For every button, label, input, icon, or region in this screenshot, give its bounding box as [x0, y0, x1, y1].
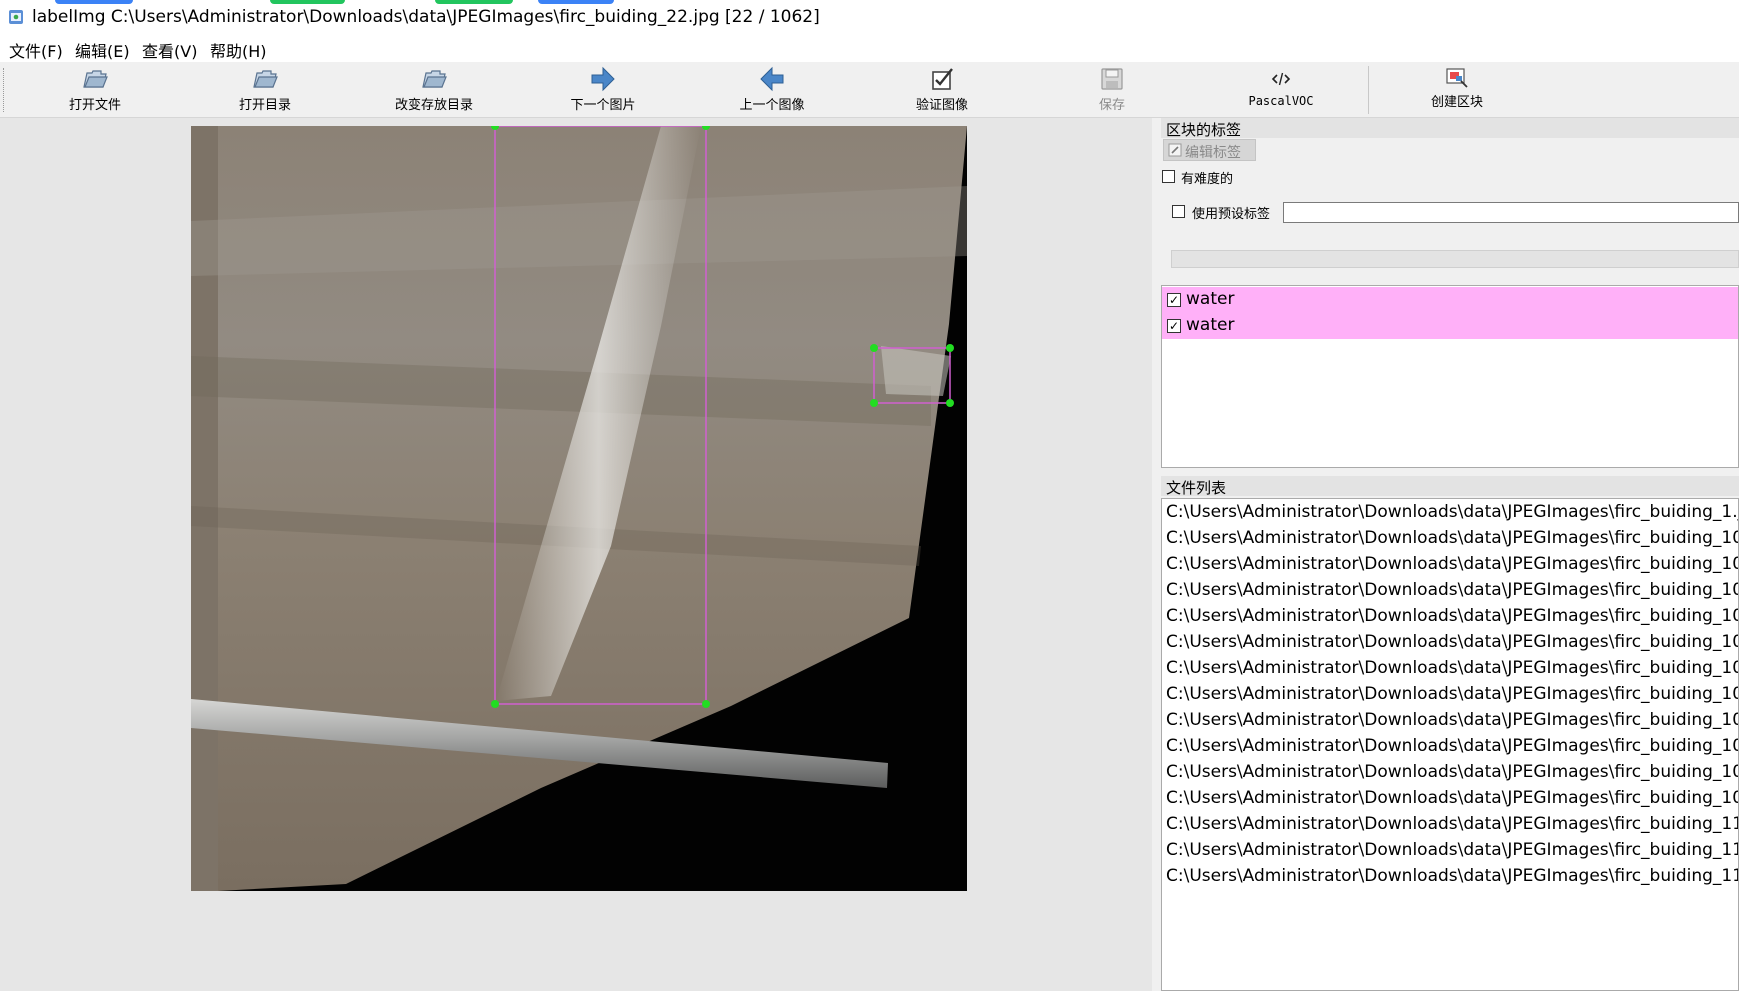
bbox-handle[interactable]: [946, 344, 954, 352]
open-dir-button[interactable]: 打开目录: [180, 62, 350, 117]
toolbar-separator: [1368, 66, 1369, 114]
folder-icon: [422, 70, 447, 88]
file-list-item[interactable]: C:\Users\Administrator\Downloads\data\JP…: [1166, 658, 1738, 678]
label-combo-box[interactable]: [1171, 250, 1739, 268]
annotated-image[interactable]: [191, 126, 967, 891]
label-visible-checkbox[interactable]: ✓: [1167, 293, 1181, 307]
edit-pen-icon: [1168, 143, 1182, 157]
menu-bar: 文件(F) 编辑(E) 查看(V) 帮助(H): [0, 34, 1739, 62]
box-labels-panel-title: 区块的标签: [1161, 118, 1739, 139]
taskbar-strip: [435, 0, 513, 4]
file-list-item[interactable]: C:\Users\Administrator\Downloads\data\JP…: [1166, 788, 1738, 808]
bbox-handle[interactable]: [946, 399, 954, 407]
menu-view[interactable]: 查看(V): [142, 38, 197, 62]
verify-image-button[interactable]: 验证图像: [857, 62, 1027, 117]
file-list-panel-title: 文件列表: [1161, 476, 1739, 497]
toolbar: 打开文件 打开目录 改变存放目录 下一个图片 上一个图像 验证图像 保存 Pas…: [0, 62, 1739, 118]
label-list[interactable]: ✓ water ✓ water: [1161, 285, 1739, 468]
difficult-label: 有难度的: [1181, 172, 1234, 187]
file-list-item[interactable]: C:\Users\Administrator\Downloads\data\JP…: [1166, 710, 1738, 730]
file-list-item[interactable]: C:\Users\Administrator\Downloads\data\JP…: [1166, 554, 1738, 574]
pascalvoc-format-button[interactable]: PascalVOC: [1196, 62, 1366, 117]
label-item-text: water: [1186, 289, 1235, 309]
edit-label-text: 编辑标签: [1185, 145, 1241, 161]
bbox-handle[interactable]: [491, 700, 499, 708]
folder-icon: [253, 70, 278, 88]
window-title: labelImg C:\Users\Administrator\Download…: [32, 7, 820, 27]
taskbar-strip: [270, 0, 345, 4]
use-default-label-checkbox[interactable]: [1172, 205, 1185, 218]
difficult-checkbox[interactable]: [1162, 170, 1175, 183]
open-dir-label: 打开目录: [238, 98, 291, 113]
toolbar-grip[interactable]: [3, 68, 6, 112]
bbox-handle[interactable]: [870, 344, 878, 352]
arrow-left-icon: [760, 66, 784, 92]
check-box-icon: [932, 68, 953, 90]
menu-file[interactable]: 文件(F): [9, 38, 63, 62]
file-list-item[interactable]: C:\Users\Administrator\Downloads\data\JP…: [1166, 762, 1738, 782]
file-list-item[interactable]: C:\Users\Administrator\Downloads\data\JP…: [1166, 866, 1738, 886]
use-default-label-text: 使用预设标签: [1192, 207, 1271, 222]
save-button[interactable]: 保存: [1027, 62, 1197, 117]
bbox-handle[interactable]: [870, 399, 878, 407]
change-save-dir-label: 改变存放目录: [394, 98, 473, 113]
label-item-text: water: [1186, 315, 1235, 335]
file-list-item[interactable]: C:\Users\Administrator\Downloads\data\JP…: [1166, 580, 1738, 600]
menu-help[interactable]: 帮助(H): [210, 38, 267, 62]
save-icon: [1101, 68, 1123, 90]
create-box-label: 创建区块: [1430, 95, 1483, 110]
save-label: 保存: [1098, 98, 1125, 113]
open-file-label: 打开文件: [68, 98, 121, 113]
menu-edit[interactable]: 编辑(E): [75, 38, 130, 62]
next-image-button[interactable]: 下一个图片: [518, 62, 688, 117]
arrow-right-icon: [591, 66, 615, 92]
create-box-icon: [1446, 68, 1468, 88]
label-list-item[interactable]: ✓ water: [1162, 313, 1738, 339]
file-list-item[interactable]: C:\Users\Administrator\Downloads\data\JP…: [1166, 736, 1738, 756]
file-list-item[interactable]: C:\Users\Administrator\Downloads\data\JP…: [1166, 814, 1738, 834]
file-list[interactable]: C:\Users\Administrator\Downloads\data\JP…: [1161, 498, 1739, 991]
edit-label-button[interactable]: 编辑标签: [1163, 139, 1256, 161]
file-list-item[interactable]: C:\Users\Administrator\Downloads\data\JP…: [1166, 502, 1738, 522]
title-bar: labelImg C:\Users\Administrator\Download…: [0, 0, 1739, 34]
pascalvoc-label: PascalVOC: [1248, 94, 1314, 108]
taskbar-strip: [55, 0, 133, 4]
panel-splitter[interactable]: [1152, 118, 1161, 991]
taskbar-strip: [538, 0, 614, 4]
labelimg-app-icon: [9, 10, 23, 24]
open-file-button[interactable]: 打开文件: [10, 62, 180, 117]
label-list-item[interactable]: ✓ water: [1162, 287, 1738, 313]
folder-icon: [83, 70, 108, 88]
bbox-handle[interactable]: [702, 700, 710, 708]
change-save-dir-button[interactable]: 改变存放目录: [349, 62, 519, 117]
default-label-input[interactable]: [1283, 202, 1739, 223]
prev-image-button[interactable]: 上一个图像: [687, 62, 857, 117]
image-canvas[interactable]: [0, 118, 1152, 991]
create-box-button[interactable]: 创建区块: [1372, 62, 1542, 117]
file-list-item[interactable]: C:\Users\Administrator\Downloads\data\JP…: [1166, 528, 1738, 548]
file-list-item[interactable]: C:\Users\Administrator\Downloads\data\JP…: [1166, 632, 1738, 652]
verify-image-label: 验证图像: [915, 98, 968, 113]
prev-image-label: 上一个图像: [739, 98, 805, 113]
file-list-item[interactable]: C:\Users\Administrator\Downloads\data\JP…: [1166, 684, 1738, 704]
next-image-label: 下一个图片: [570, 98, 636, 113]
file-list-title-text: 文件列表: [1166, 479, 1227, 497]
file-list-item[interactable]: C:\Users\Administrator\Downloads\data\JP…: [1166, 840, 1738, 860]
box-labels-title-text: 区块的标签: [1166, 121, 1242, 139]
file-list-item[interactable]: C:\Users\Administrator\Downloads\data\JP…: [1166, 606, 1738, 626]
code-icon: [1271, 72, 1291, 86]
label-visible-checkbox[interactable]: ✓: [1167, 319, 1181, 333]
